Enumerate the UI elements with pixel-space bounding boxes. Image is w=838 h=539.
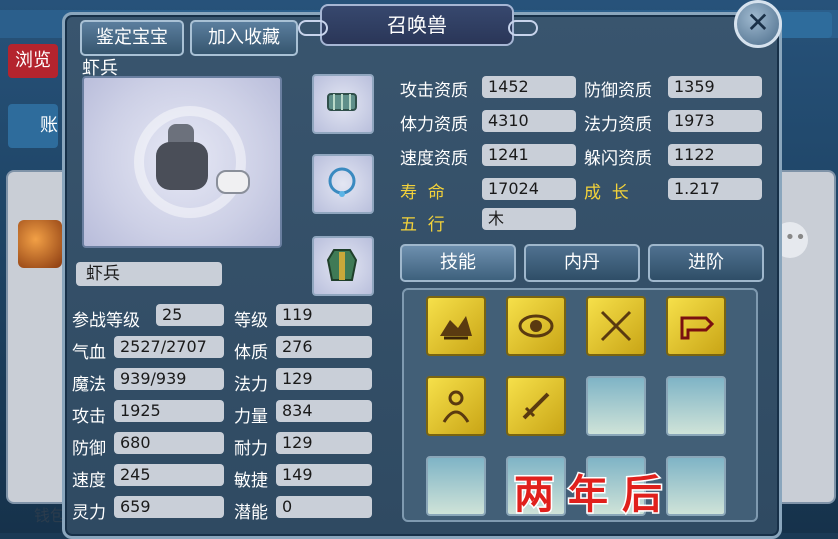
title-ornament-right: [508, 20, 538, 36]
shrimp-soldier-sprite-body: [156, 142, 208, 190]
eye-skill-icon: [518, 314, 554, 338]
potential-label: 潜能: [234, 503, 268, 523]
meditation-skill-icon: [442, 390, 470, 423]
equipment-slot-2[interactable]: [312, 154, 374, 214]
skill-slot-6[interactable]: [506, 376, 566, 436]
background-browse-tab[interactable]: 浏览: [8, 44, 58, 78]
dialog-title: 召唤兽: [387, 13, 447, 37]
skill-slot-1[interactable]: [426, 296, 486, 356]
appraise-pet-button[interactable]: 鉴定宝宝: [80, 20, 184, 56]
defense-aptitude-label: 防御资质: [584, 81, 652, 101]
skill-slot-3[interactable]: [586, 296, 646, 356]
armor-piece-icon: [327, 93, 357, 111]
mana-aptitude-value: 1973: [668, 110, 762, 132]
sword-skill-icon: [522, 392, 550, 420]
endurance-value: 129: [276, 432, 372, 454]
pet-name-field[interactable]: 虾兵: [76, 262, 222, 286]
speed-aptitude-value: 1241: [482, 144, 576, 166]
background-right-button[interactable]: [776, 12, 832, 38]
spirit-label: 灵力: [72, 503, 106, 523]
level-label: 等级: [234, 311, 268, 331]
level-value: 119: [276, 304, 372, 326]
element-value: 木: [482, 208, 576, 230]
magic-power-label: 法力: [234, 375, 268, 395]
speed-label: 速度: [72, 471, 106, 491]
agility-value: 149: [276, 464, 372, 486]
battle-level-label: 参战等级: [72, 311, 140, 331]
tab-inner-core[interactable]: 内丹: [524, 244, 640, 282]
spirit-value: 659: [114, 496, 224, 518]
beast-charge-skill-icon: [440, 316, 472, 340]
shrimp-soldier-sprite-claw: [216, 170, 250, 194]
overlay-caption: 两年后: [513, 471, 676, 520]
background-item-thumbnail[interactable]: [18, 220, 62, 268]
necklace-icon: [328, 167, 356, 197]
mp-label: 魔法: [72, 375, 106, 395]
dodge-aptitude-value: 1122: [668, 144, 762, 166]
attack-aptitude-value: 1452: [482, 76, 576, 98]
defense-label: 防御: [72, 439, 106, 459]
stamina-aptitude-value: 4310: [482, 110, 576, 132]
constitution-value: 276: [276, 336, 372, 358]
close-button[interactable]: ✕: [734, 0, 782, 48]
potential-value: 0: [276, 496, 372, 518]
pet-portrait: [82, 76, 282, 248]
stamina-aptitude-label: 体力资质: [400, 115, 468, 135]
tab-advance[interactable]: 进阶: [648, 244, 764, 282]
speed-value: 245: [114, 464, 224, 486]
crossed-swords-skill-icon: [600, 310, 632, 342]
strength-label: 力量: [234, 407, 268, 427]
dialog-title-bar: 召唤兽: [298, 4, 538, 46]
skill-slot-2[interactable]: [506, 296, 566, 356]
equipment-slot-1[interactable]: [312, 74, 374, 134]
agility-label: 敏捷: [234, 471, 268, 491]
endurance-label: 耐力: [234, 439, 268, 459]
empty-skill-slot[interactable]: [586, 376, 646, 436]
mp-value: 939/939: [114, 368, 224, 390]
battle-level-value: 25: [156, 304, 224, 326]
background-account-tab[interactable]: 账: [8, 104, 58, 148]
robe-icon: [326, 249, 358, 281]
add-to-favorites-button[interactable]: 加入收藏: [190, 20, 298, 56]
defense-value: 680: [114, 432, 224, 454]
attack-label: 攻击: [72, 407, 106, 427]
dodge-aptitude-label: 躲闪资质: [584, 149, 652, 169]
empty-skill-slot[interactable]: [666, 376, 726, 436]
growth-value: 1.217: [668, 178, 762, 200]
tab-skills[interactable]: 技能: [400, 244, 516, 282]
empty-skill-slot[interactable]: [426, 456, 486, 516]
attack-aptitude-label: 攻击资质: [400, 81, 468, 101]
hp-label: 气血: [72, 343, 106, 363]
magic-power-value: 129: [276, 368, 372, 390]
equipment-slot-3[interactable]: [312, 236, 374, 296]
mana-aptitude-label: 法力资质: [584, 115, 652, 135]
hp-value: 2527/2707: [114, 336, 224, 358]
dragon-head-skill-icon: [680, 316, 715, 340]
skill-slot-4[interactable]: [666, 296, 726, 356]
attack-value: 1925: [114, 400, 224, 422]
element-label: 五 行: [400, 215, 445, 235]
lifespan-value: 17024: [482, 178, 576, 200]
defense-aptitude-value: 1359: [668, 76, 762, 98]
growth-label: 成 长: [584, 183, 629, 203]
lifespan-label: 寿 命: [400, 183, 445, 203]
skill-slot-5[interactable]: [426, 376, 486, 436]
constitution-label: 体质: [234, 343, 268, 363]
speed-aptitude-label: 速度资质: [400, 149, 468, 169]
strength-value: 834: [276, 400, 372, 422]
